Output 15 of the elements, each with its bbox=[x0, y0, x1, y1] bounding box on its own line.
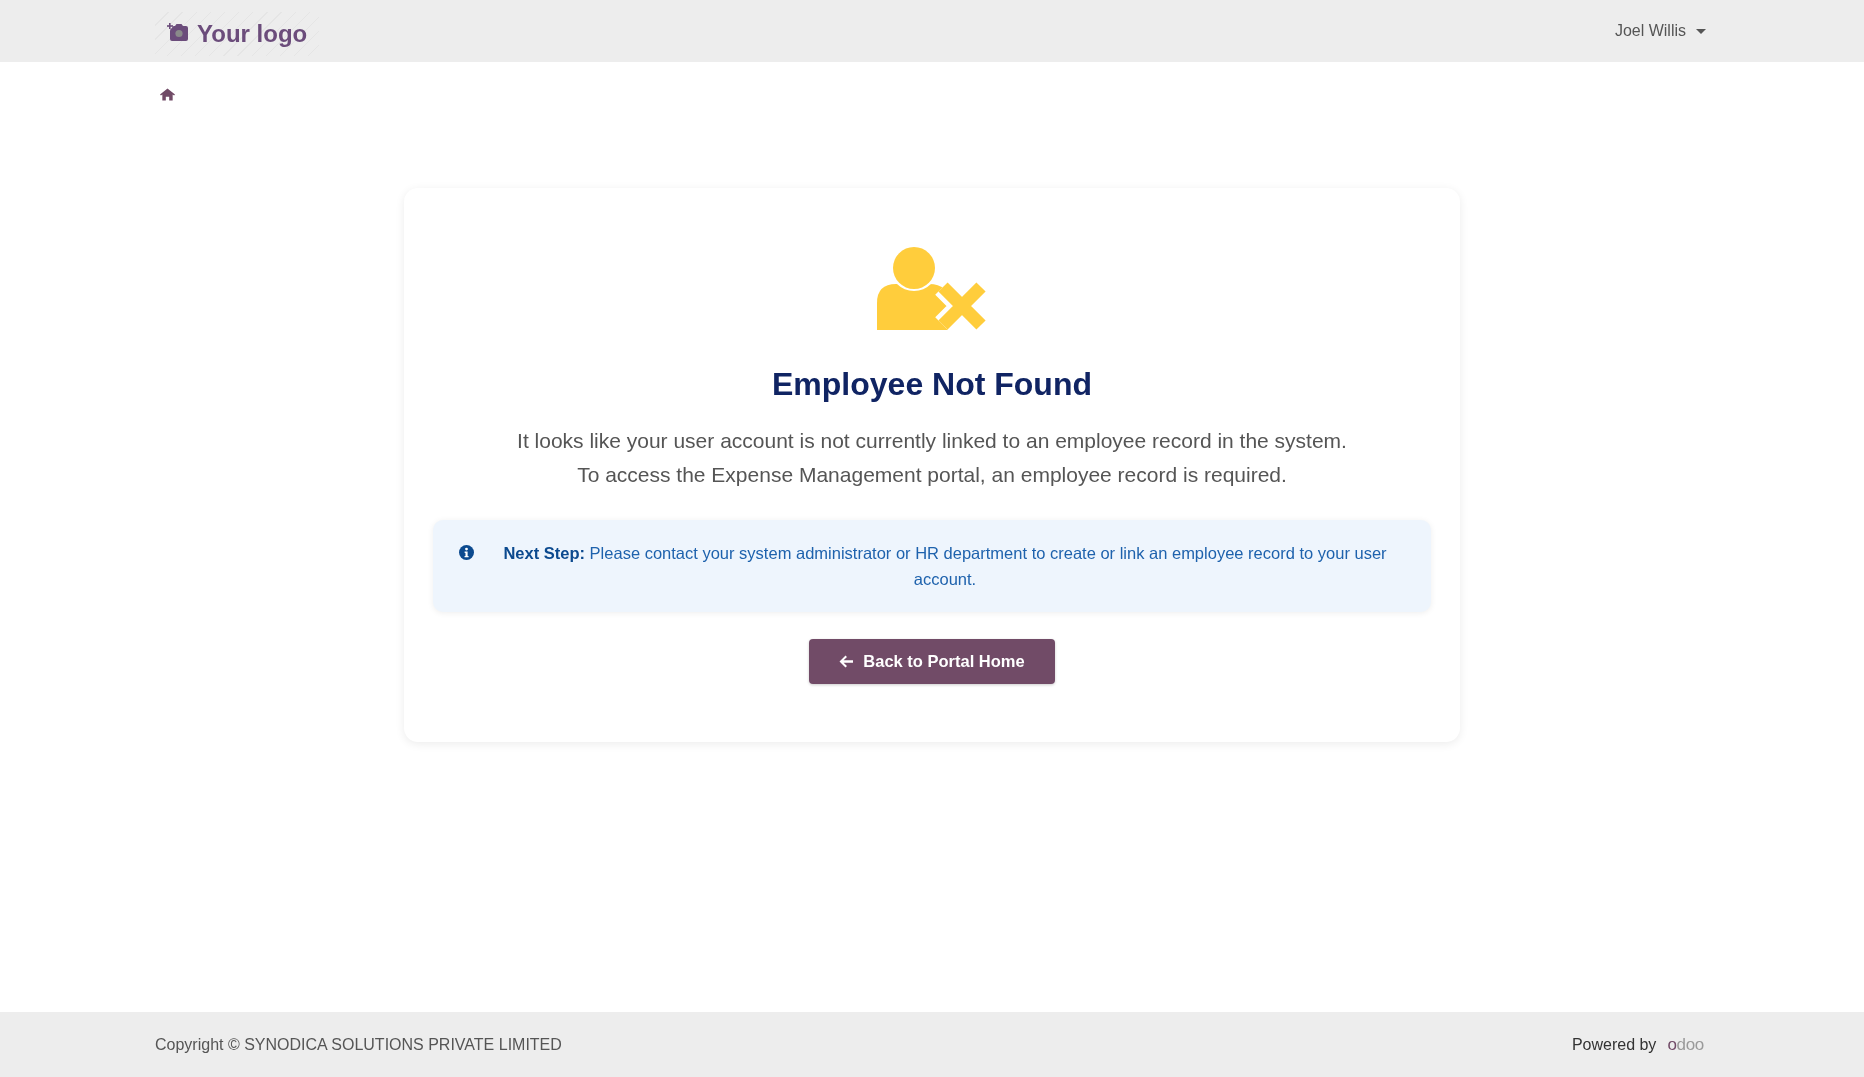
copyright-text: Copyright © SYNODICA SOLUTIONS PRIVATE LIMITED bbox=[155, 1035, 562, 1054]
back-to-portal-button[interactable]: Back to Portal Home bbox=[809, 639, 1055, 684]
user-menu-dropdown[interactable]: Joel Willis bbox=[1612, 18, 1708, 44]
arrow-left-icon bbox=[839, 655, 854, 668]
logo-link[interactable]: Your logo bbox=[155, 12, 320, 56]
message-text: It looks like your user account is not currently linked to an employee record in the system. bbox=[516, 428, 1348, 454]
camera-plus-icon bbox=[167, 23, 188, 41]
caret-icon bbox=[1696, 28, 1706, 34]
home-icon[interactable] bbox=[160, 88, 175, 101]
message-text: To access the Expense Management portal, an employee record is required. bbox=[576, 462, 1288, 488]
page-title: Employee Not Found bbox=[771, 366, 1093, 403]
powered-by-text: Powered by bbox=[1571, 1035, 1657, 1054]
info-icon bbox=[459, 545, 474, 560]
notice-text: Next Step: Please contact your system administrator or HR department to create or link an employee record to your user account. bbox=[502, 543, 1388, 590]
user-remove-icon bbox=[877, 247, 987, 330]
